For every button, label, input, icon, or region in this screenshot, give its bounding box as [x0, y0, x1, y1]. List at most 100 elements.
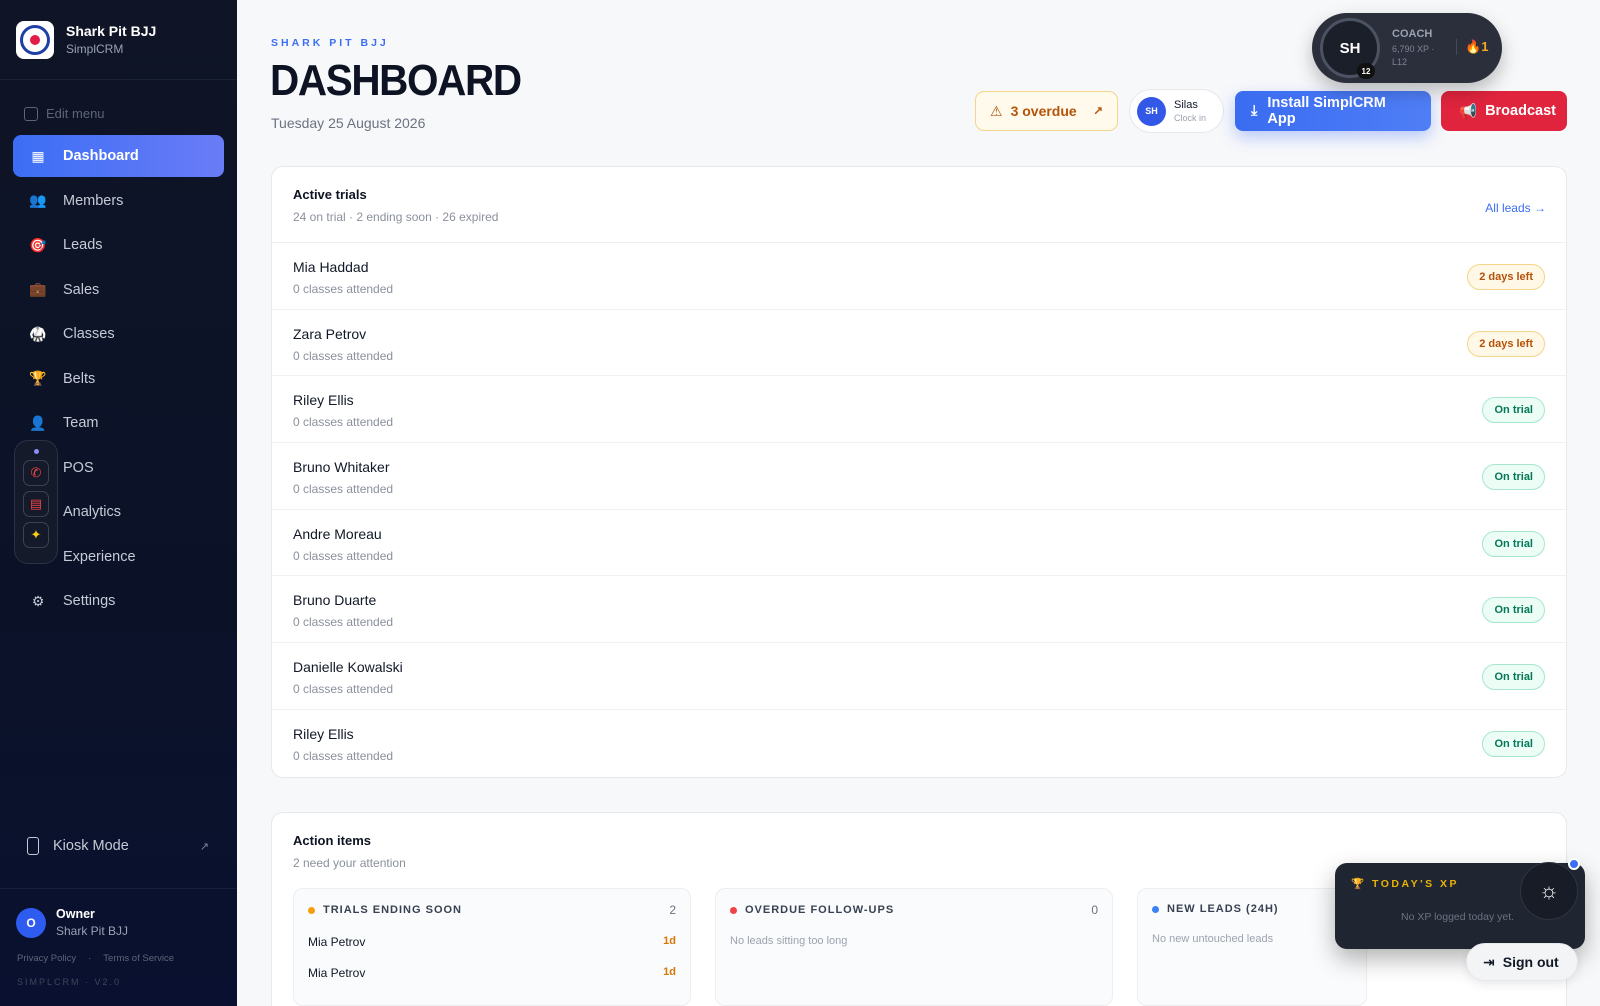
status-dot	[730, 906, 737, 914]
tablet-icon	[27, 837, 39, 855]
brand-name: Shark Pit BJJ	[66, 23, 157, 39]
level-badge: 12	[1357, 63, 1375, 79]
brand-subtitle: SimplCRM	[66, 42, 124, 56]
xp-message: No XP logged today yet.	[1401, 911, 1515, 923]
empty-state: No new untouched leads	[1152, 933, 1274, 945]
overdue-label: 3 overdue	[1010, 103, 1077, 119]
list-item[interactable]: Danielle Kowalski 0 classes attended On …	[272, 643, 1566, 710]
sidebar-item-team[interactable]: 👤 Team	[13, 402, 224, 444]
megaphone-icon: 📢	[1459, 103, 1478, 120]
trophy-icon: 🏆	[1351, 878, 1367, 890]
coach-role: COACH	[1392, 28, 1433, 40]
coach-xp: 6,790 XP · L12	[1392, 44, 1435, 67]
status-badge: On trial	[1482, 664, 1545, 691]
status-badge: On trial	[1482, 464, 1545, 491]
dock-indicator	[33, 449, 39, 454]
trial-name: Andre Moreau	[293, 525, 382, 542]
trial-attendance: 0 classes attended	[293, 282, 394, 296]
sidebar-item-leads[interactable]: 🎯 Leads	[13, 224, 224, 266]
sign-out-label: Sign out	[1502, 954, 1559, 970]
phone-icon[interactable]: ✆	[23, 460, 49, 486]
status-badge: On trial	[1482, 597, 1545, 624]
streak-value: 1	[1481, 39, 1489, 54]
sidebar-item-settings[interactable]: ⚙ Settings	[13, 580, 224, 622]
coach-profile-widget[interactable]: SH 12 COACH 6,790 XP · L12 🔥1	[1312, 13, 1502, 83]
card-title: Action items	[293, 833, 372, 848]
avatar: O	[16, 907, 46, 938]
sidebar-item-label: POS	[63, 459, 94, 476]
page-title: DASHBOARD	[270, 56, 522, 105]
trial-name: Zara Petrov	[293, 325, 367, 342]
all-leads-link[interactable]: All leads →	[1485, 201, 1546, 215]
privacy-link[interactable]: Privacy Policy	[17, 953, 76, 964]
sidebar-item-dashboard[interactable]: ▦ Dashboard	[13, 135, 224, 177]
overdue-button[interactable]: ⚠ 3 overdue ↗	[975, 91, 1118, 131]
sidebar-item-belts[interactable]: 🏆 Belts	[13, 358, 224, 400]
edit-icon	[24, 106, 38, 121]
lead-name: Mia Petrov	[308, 935, 366, 949]
calendar-icon[interactable]: ▤	[23, 491, 49, 517]
status-badge: On trial	[1482, 397, 1545, 424]
sidebar-item-sales[interactable]: 💼 Sales	[13, 269, 224, 311]
brand[interactable]: Shark Pit BJJ SimplCRM	[0, 0, 237, 80]
list-item[interactable]: Bruno Duarte 0 classes attended On trial	[272, 576, 1566, 644]
trial-name: Bruno Duarte	[293, 592, 377, 609]
download-icon: ⤓	[1251, 103, 1258, 119]
trophy-icon: 🏆	[29, 370, 47, 386]
panel-count: 0	[1091, 903, 1098, 917]
terms-link[interactable]: Terms of Service	[103, 953, 174, 964]
sign-out-button[interactable]: ⇥ Sign out	[1466, 943, 1578, 981]
kiosk-mode-button[interactable]: Kiosk Mode ↗	[13, 827, 223, 865]
sidebar-item-label: Classes	[63, 326, 115, 342]
panel-title: OVERDUE FOLLOW-UPS	[745, 904, 895, 916]
sun-icon: ☼	[1538, 878, 1560, 903]
theme-toggle[interactable]: ☼	[1520, 862, 1578, 920]
external-link-icon: ↗	[199, 840, 209, 853]
arrow-up-right-icon: ↗	[1092, 104, 1103, 118]
account-gym: Shark Pit BJJ	[56, 924, 129, 938]
list-item[interactable]: Bruno Whitaker 0 classes attended On tri…	[272, 443, 1566, 510]
due-label: 1d	[663, 935, 676, 947]
trial-attendance: 0 classes attended	[293, 748, 394, 763]
notification-dot	[1568, 858, 1580, 870]
trial-attendance: 0 classes attended	[293, 548, 394, 563]
trial-name: Mia Haddad	[293, 259, 369, 275]
list-item[interactable]: Mia Haddad 0 classes attended 2 days lef…	[272, 243, 1566, 310]
trial-name: Bruno Whitaker	[293, 459, 390, 476]
person-icon: 👤	[29, 414, 47, 431]
clock-in-button[interactable]: SH Silas Clock in	[1129, 89, 1224, 133]
sidebar-item-members[interactable]: 👥 Members	[13, 180, 224, 222]
edit-menu-button[interactable]: Edit menu	[0, 106, 237, 121]
list-item[interactable]: Riley Ellis 0 classes attended On trial	[272, 376, 1566, 444]
card-subtitle: 24 on trial · 2 ending soon · 26 expired	[293, 210, 499, 224]
panel-count: 2	[669, 903, 676, 917]
due-label: 1d	[663, 966, 676, 978]
install-label: Install SimplCRM App	[1267, 95, 1386, 127]
sparkle-icon[interactable]: ✦	[23, 522, 49, 548]
empty-state: No leads sitting too long	[730, 935, 848, 947]
members-icon: 👥	[29, 192, 47, 208]
trial-attendance: 0 classes attended	[293, 682, 394, 697]
list-item[interactable]: Zara Petrov 0 classes attended 2 days le…	[272, 310, 1566, 377]
version-label: SIMPLCRM · V2.0	[17, 977, 122, 987]
trial-attendance: 0 classes attended	[293, 615, 394, 630]
list-item[interactable]: Mia Petrov 1d	[308, 966, 676, 980]
broadcast-label: Broadcast	[1485, 103, 1556, 119]
legal-separator: ·	[88, 953, 92, 964]
sidebar-item-label: Team	[63, 415, 99, 431]
list-item[interactable]: Mia Petrov 1d	[308, 935, 676, 949]
list-item[interactable]: Andre Moreau 0 classes attended On trial	[272, 510, 1566, 577]
status-badge: On trial	[1482, 530, 1545, 557]
status-dot	[308, 906, 315, 914]
install-app-button[interactable]: ⤓ Install SimplCRM App	[1235, 91, 1431, 131]
sidebar-item-label: Settings	[63, 593, 116, 609]
broadcast-button[interactable]: 📢 Broadcast	[1441, 91, 1567, 131]
new-leads-panel: NEW LEADS (24H) No new untouched leads	[1137, 888, 1367, 1006]
account-menu[interactable]: O Owner Shark Pit BJJ	[0, 888, 237, 938]
sidebar-item-label: Dashboard	[63, 148, 139, 164]
sidebar-item-classes[interactable]: 🥋 Classes	[13, 313, 224, 355]
lead-name: Mia Petrov	[308, 966, 366, 980]
list-item[interactable]: Riley Ellis 0 classes attended On trial	[272, 710, 1566, 777]
trial-name: Danielle Kowalski	[293, 659, 403, 676]
grid-icon: ▦	[31, 147, 45, 164]
